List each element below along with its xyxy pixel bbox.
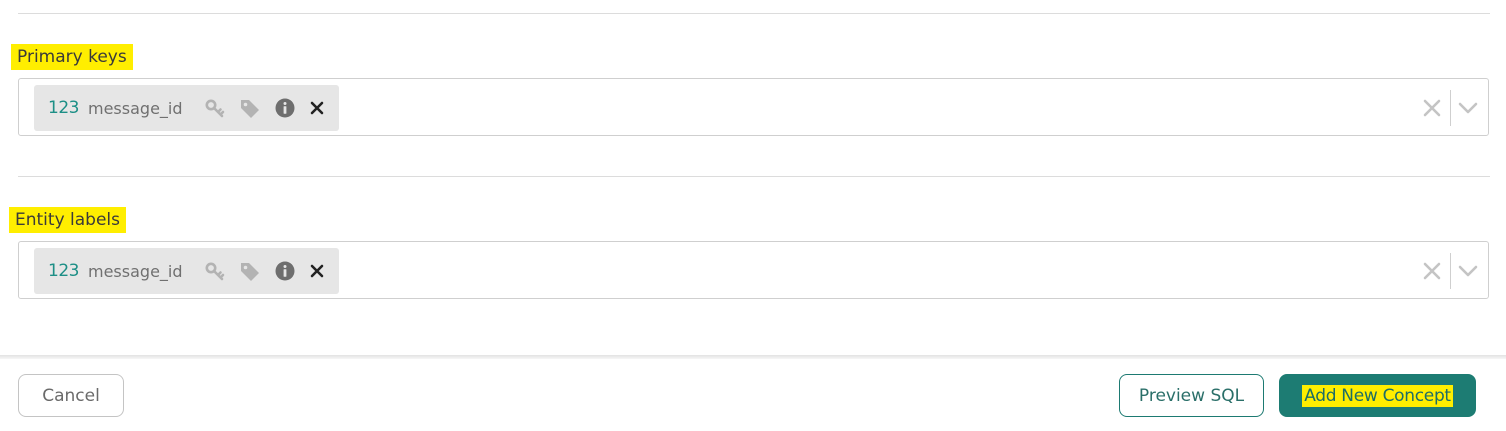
divider [18, 176, 1490, 177]
key-icon[interactable] [204, 260, 226, 282]
selected-chip: 123 message_id [34, 85, 339, 131]
primary-keys-label: Primary keys [11, 44, 133, 70]
tag-icon[interactable] [239, 97, 261, 119]
entity-labels-select[interactable]: 123 message_id [18, 241, 1489, 299]
add-new-concept-label: Add New Concept [1302, 384, 1453, 407]
chip-label: message_id [88, 98, 183, 118]
indicator-separator [1450, 90, 1451, 126]
key-icon[interactable] [204, 97, 226, 119]
indicator-separator [1450, 253, 1451, 289]
entity-labels-label: Entity labels [9, 207, 127, 233]
info-icon[interactable] [274, 260, 296, 282]
concept-form: Primary keys 123 message_id Entity label… [0, 0, 1506, 431]
selected-chip: 123 message_id [34, 248, 339, 294]
footer-divider [0, 355, 1506, 359]
chevron-down-icon[interactable] [1457, 98, 1479, 118]
chevron-down-icon[interactable] [1457, 261, 1479, 281]
close-icon[interactable] [307, 98, 327, 118]
numeric-type-icon: 123 [48, 98, 79, 118]
info-icon[interactable] [274, 97, 296, 119]
close-icon[interactable] [307, 261, 327, 281]
clear-icon[interactable] [1422, 98, 1442, 118]
tag-icon[interactable] [239, 260, 261, 282]
numeric-type-icon: 123 [48, 261, 79, 281]
divider [18, 13, 1490, 14]
cancel-button[interactable]: Cancel [18, 374, 124, 417]
chip-label: message_id [88, 261, 183, 281]
add-new-concept-button[interactable]: Add New Concept [1279, 374, 1476, 417]
primary-keys-select[interactable]: 123 message_id [18, 78, 1489, 136]
preview-sql-button[interactable]: Preview SQL [1119, 374, 1264, 417]
clear-icon[interactable] [1422, 261, 1442, 281]
